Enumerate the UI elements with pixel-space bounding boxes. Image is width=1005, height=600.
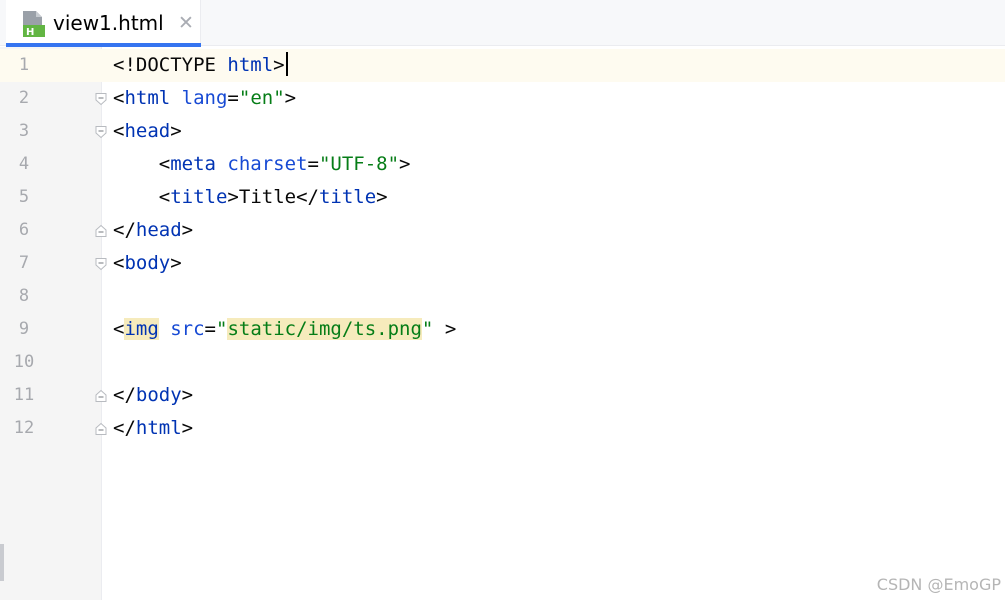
code-text[interactable]: <!DOCTYPE html>	[113, 49, 288, 82]
text-caret	[285, 51, 288, 76]
code-text[interactable]: </html>	[113, 412, 193, 445]
line-number: 7	[18, 253, 30, 273]
fold-close-icon[interactable]	[94, 422, 108, 436]
line-number: 2	[18, 88, 30, 108]
fold-close-icon[interactable]	[94, 224, 108, 238]
code-line-8[interactable]: 8	[0, 280, 1005, 313]
line-number: 11	[13, 385, 35, 405]
code-line-2[interactable]: 2 <html lang="en">	[0, 82, 1005, 115]
editor-tab-bar: H view1.html ✕	[0, 0, 1005, 47]
fold-close-icon[interactable]	[94, 389, 108, 403]
code-line-6[interactable]: 6 </head>	[0, 214, 1005, 247]
line-number: 10	[13, 352, 35, 372]
code-line-12[interactable]: 12 </html>	[0, 412, 1005, 445]
line-number: 1	[18, 55, 30, 75]
fold-open-icon[interactable]	[94, 92, 108, 106]
code-line-3[interactable]: 3 <head>	[0, 115, 1005, 148]
gutter-scroll-marker	[0, 544, 4, 581]
matched-tag-highlight: img	[124, 318, 159, 340]
code-text[interactable]: <head>	[113, 115, 182, 148]
line-number: 4	[18, 154, 30, 174]
html-file-icon: H	[23, 11, 45, 37]
close-tab-icon[interactable]: ✕	[178, 12, 194, 34]
watermark: CSDN @EmoGP	[876, 575, 1001, 594]
code-text[interactable]: <meta charset="UTF-8">	[113, 148, 411, 181]
code-text[interactable]: </body>	[113, 379, 193, 412]
code-text[interactable]: <img src="static/img/ts.png" >	[113, 313, 456, 346]
fold-open-icon[interactable]	[94, 125, 108, 139]
line-number: 9	[18, 319, 30, 339]
tab-title[interactable]: view1.html	[53, 10, 164, 36]
line-number: 3	[18, 121, 30, 141]
code-line-9[interactable]: 9 <img src="static/img/ts.png" >	[0, 313, 1005, 346]
code-text[interactable]: <html lang="en">	[113, 82, 296, 115]
line-number: 12	[13, 418, 35, 438]
tab-view1-html[interactable]: H view1.html ✕	[6, 0, 201, 47]
code-line-10[interactable]: 10	[0, 346, 1005, 379]
code-line-1[interactable]: 1 <!DOCTYPE html>	[0, 49, 1005, 82]
fold-open-icon[interactable]	[94, 257, 108, 271]
code-line-4[interactable]: 4 <meta charset="UTF-8">	[0, 148, 1005, 181]
code-line-7[interactable]: 7 <body>	[0, 247, 1005, 280]
code-text[interactable]: </head>	[113, 214, 193, 247]
line-number: 6	[18, 220, 30, 240]
code-line-11[interactable]: 11 </body>	[0, 379, 1005, 412]
code-text[interactable]: <title>Title</title>	[113, 181, 388, 214]
code-line-5[interactable]: 5 <title>Title</title>	[0, 181, 1005, 214]
line-number: 8	[18, 286, 30, 306]
line-number: 5	[18, 187, 30, 207]
file-icon-letter: H	[26, 27, 34, 37]
code-text[interactable]: <body>	[113, 247, 182, 280]
matched-path-highlight: static/img/ts.png	[227, 318, 422, 340]
